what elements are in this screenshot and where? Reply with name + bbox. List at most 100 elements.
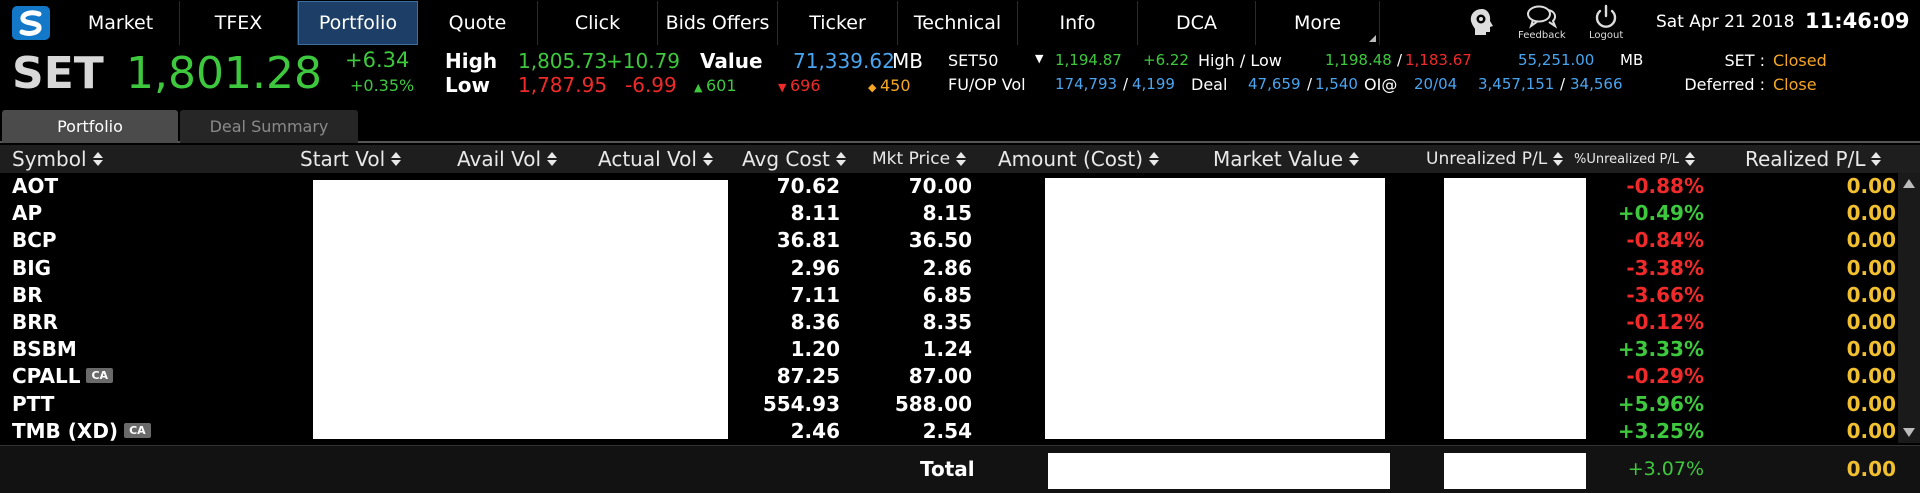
nav-tab-tfex[interactable]: TFEX xyxy=(180,1,298,45)
nav-tab-technical[interactable]: Technical xyxy=(898,1,1018,45)
sort-icon xyxy=(92,152,103,166)
set50-change: +6.22 xyxy=(1143,51,1189,69)
mkt-price-cell: 2.54 xyxy=(922,418,972,443)
unchanged-diamond-icon: ◆ xyxy=(868,81,880,94)
nav-tab-info[interactable]: Info xyxy=(1018,1,1138,45)
deal-value: 47,659 xyxy=(1248,75,1301,93)
pct-unrealized-cell: -3.66% xyxy=(1626,282,1704,307)
column-header-unrealized-pl[interactable]: Unrealized P/L xyxy=(1426,145,1564,173)
deferred-label: Deferred : xyxy=(1684,75,1765,94)
symbol-cell[interactable]: BR xyxy=(12,282,43,309)
symbol-cell[interactable]: BSBM xyxy=(12,336,77,363)
symbol-cell[interactable]: AOT xyxy=(12,173,58,200)
sort-icon xyxy=(956,152,967,166)
main-tabs: Market TFEX Portfolio Quote Click Bids Offers… xyxy=(62,1,1380,45)
column-header-amount-cost[interactable]: Amount (Cost) xyxy=(998,145,1160,173)
scroll-up-icon[interactable] xyxy=(1903,179,1915,188)
realized-pl-cell: 0.00 xyxy=(1846,255,1896,280)
logout-button[interactable]: Logout xyxy=(1589,4,1623,41)
mkt-price-cell: 87.00 xyxy=(908,364,972,389)
nav-tab-more[interactable]: More xyxy=(1256,1,1380,45)
nav-tab-click[interactable]: Click xyxy=(538,1,658,45)
column-header-mkt-price[interactable]: Mkt Price xyxy=(872,145,967,173)
symbol-cell[interactable]: BRR xyxy=(12,309,58,336)
index-ticker-bar: SET 1,801.28 +6.34 +0.35% High Low 1,805… xyxy=(0,46,1920,100)
corporate-action-badge[interactable]: CA xyxy=(124,422,151,438)
set50-value-unit: MB xyxy=(1620,51,1644,69)
mkt-price-cell: 6.85 xyxy=(922,282,972,307)
portfolio-subtabs: Portfolio Deal Summary xyxy=(0,110,1920,143)
symbol-cell[interactable]: PTT xyxy=(12,391,54,418)
symbol-cell[interactable]: CPALL CA xyxy=(12,363,114,390)
set50-dropdown-icon[interactable]: ▼ xyxy=(1035,52,1043,65)
avg-cost-cell: 36.81 xyxy=(776,228,840,253)
symbol-cell[interactable]: BIG xyxy=(12,255,51,282)
table-row[interactable]: TMB (XD) CA 2.46 2.54 +3.25% 0.00 xyxy=(0,418,1896,445)
column-header-symbol[interactable]: Symbol xyxy=(12,145,103,173)
head-gear-icon[interactable] xyxy=(1466,6,1498,38)
fu-op-slash: / xyxy=(1123,75,1129,93)
set50-high-low-label: High / Low xyxy=(1198,51,1282,70)
nav-tab-bids-offers[interactable]: Bids Offers xyxy=(658,1,778,45)
column-header-start-vol[interactable]: Start Vol xyxy=(300,145,402,173)
index-name: SET xyxy=(12,48,104,99)
low-change: -6.99 xyxy=(625,73,677,97)
feedback-button[interactable]: Feedback xyxy=(1518,4,1566,41)
sort-icon xyxy=(702,152,713,166)
scroll-down-icon[interactable] xyxy=(1903,428,1915,437)
table-row[interactable]: AP 8.11 8.15 +0.49% 0.00 xyxy=(0,200,1896,227)
symbol-text: CPALL xyxy=(12,364,81,389)
streaming-logo-icon[interactable] xyxy=(12,6,50,40)
table-row[interactable]: BCP 36.81 36.50 -0.84% 0.00 xyxy=(0,227,1896,254)
corporate-action-badge[interactable]: CA xyxy=(86,368,114,384)
realized-pl-cell: 0.00 xyxy=(1846,174,1896,198)
column-header-pct-unrealized-pl[interactable]: %Unrealized P/L xyxy=(1574,145,1696,173)
symbol-text: BIG xyxy=(12,255,52,280)
symbol-cell[interactable]: AP xyxy=(12,200,42,227)
table-row[interactable]: BIG 2.96 2.86 -3.38% 0.00 xyxy=(0,255,1896,282)
subtab-portfolio[interactable]: Portfolio xyxy=(2,110,178,143)
redacted-total-values xyxy=(1048,453,1390,489)
table-row[interactable]: PTT 554.93 588.00 +5.96% 0.00 xyxy=(0,391,1896,418)
redacted-total-unrealized xyxy=(1444,453,1586,489)
nav-tab-quote[interactable]: Quote xyxy=(418,1,538,45)
low-label: Low xyxy=(445,73,490,97)
column-header-realized-pl[interactable]: Realized P/L xyxy=(1745,145,1882,173)
current-date: Sat Apr 21 2018 xyxy=(1656,12,1795,32)
table-row[interactable]: BRR 8.36 8.35 -0.12% 0.00 xyxy=(0,309,1896,336)
nav-tab-ticker[interactable]: Ticker xyxy=(778,1,898,45)
down-triangle-icon: ▼ xyxy=(778,81,790,94)
subtab-deal-summary[interactable]: Deal Summary xyxy=(180,110,358,143)
index-value: 1,801.28 xyxy=(126,48,322,99)
pct-unrealized-cell: -0.88% xyxy=(1626,174,1704,198)
table-row[interactable]: BSBM 1.20 1.24 +3.33% 0.00 xyxy=(0,336,1896,363)
nav-tab-market[interactable]: Market xyxy=(62,1,180,45)
sort-icon xyxy=(391,152,402,166)
column-header-avail-vol[interactable]: Avail Vol xyxy=(457,145,557,173)
realized-pl-cell: 0.00 xyxy=(1846,201,1896,226)
column-header-avg-cost[interactable]: Avg Cost xyxy=(742,145,846,173)
oi-label: OI@ xyxy=(1364,75,1398,94)
realized-pl-cell: 0.00 xyxy=(1846,418,1896,443)
table-scrollbar[interactable] xyxy=(1898,173,1920,443)
realized-pl-cell: 0.00 xyxy=(1846,228,1896,253)
column-header-actual-vol[interactable]: Actual Vol xyxy=(598,145,713,173)
symbol-cell[interactable]: BCP xyxy=(12,227,57,254)
nav-tab-portfolio[interactable]: Portfolio xyxy=(298,1,418,45)
table-row[interactable]: AOT 70.62 70.00 -0.88% 0.00 xyxy=(0,173,1896,200)
redacted-volume-columns xyxy=(313,180,728,439)
total-pct-unrealized: +3.07% xyxy=(1627,458,1704,480)
column-header-market-value[interactable]: Market Value xyxy=(1213,145,1360,173)
total-realized-pl: 0.00 xyxy=(1846,457,1896,481)
unchanged-count: ◆ 450 xyxy=(868,76,911,95)
avg-cost-cell: 2.46 xyxy=(790,418,840,443)
symbol-cell[interactable]: TMB (XD) CA xyxy=(12,418,151,445)
symbol-text: TMB (XD) xyxy=(12,418,119,443)
table-row[interactable]: CPALL CA 87.25 87.00 -0.29% 0.00 xyxy=(0,363,1896,390)
set50-slash: / xyxy=(1397,51,1403,69)
realized-pl-cell: 0.00 xyxy=(1846,310,1896,334)
oi-value2: 34,566 xyxy=(1570,75,1623,93)
table-row[interactable]: BR 7.11 6.85 -3.66% 0.00 xyxy=(0,282,1896,309)
high-value: 1,805.73 xyxy=(518,49,608,73)
nav-tab-dca[interactable]: DCA xyxy=(1138,1,1256,45)
